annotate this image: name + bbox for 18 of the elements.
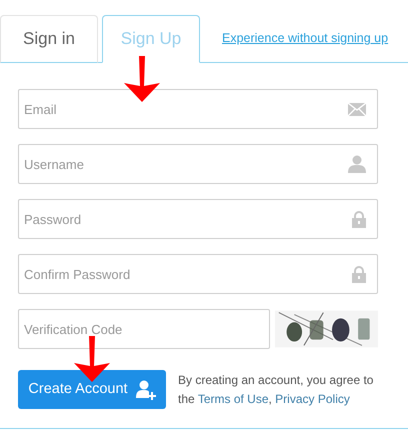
create-account-button[interactable]: Create Account	[18, 370, 166, 409]
skip-link[interactable]: Experience without signing up	[222, 29, 388, 48]
terms-link[interactable]: Privacy Policy	[275, 392, 350, 406]
user-icon	[348, 155, 366, 173]
input-field[interactable]: Email	[18, 89, 378, 129]
terms-link[interactable]: Terms of Use	[198, 392, 268, 406]
input-field[interactable]: Verification Code	[18, 309, 270, 349]
input-field[interactable]: Username	[18, 144, 378, 184]
arrow-icon	[122, 56, 162, 102]
terms-text: By creating an account, you agree to the Terms of Use, Privacy Policy	[178, 372, 374, 408]
input-field[interactable]: Confirm Password	[18, 254, 378, 294]
lock-icon	[352, 266, 366, 282]
tab[interactable]: Sign in	[0, 15, 98, 63]
lock-icon	[352, 210, 366, 228]
arrow-icon	[72, 336, 112, 382]
input-field[interactable]: Password	[18, 199, 378, 239]
mail-icon	[348, 102, 366, 116]
add-user-icon	[136, 380, 156, 400]
